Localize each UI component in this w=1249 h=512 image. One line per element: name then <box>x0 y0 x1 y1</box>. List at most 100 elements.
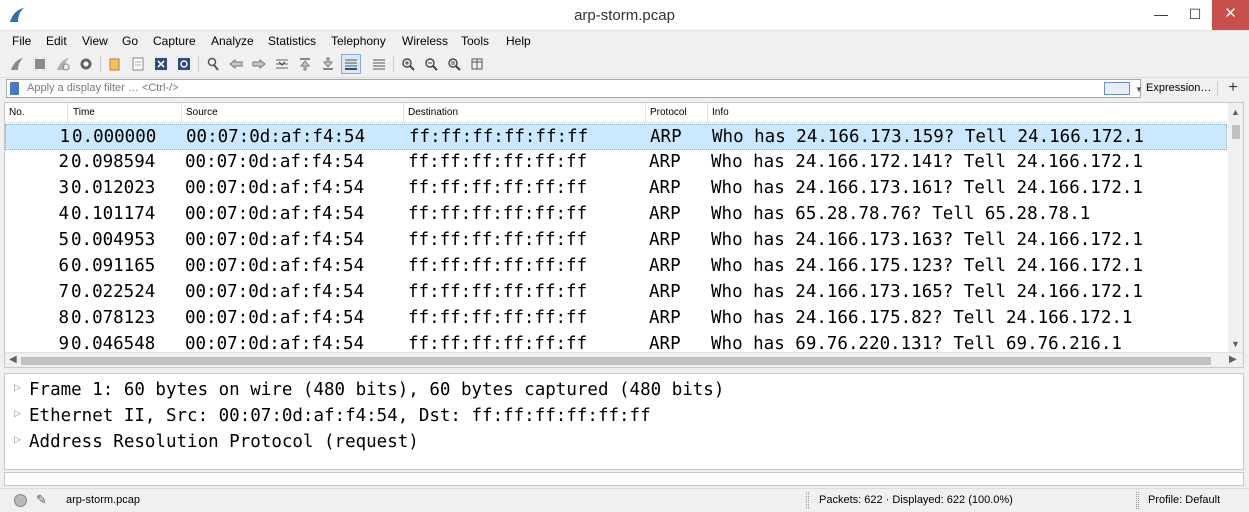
column-header-protocol[interactable]: Protocol <box>650 107 687 121</box>
menu-telephony[interactable]: Telephony <box>331 34 386 48</box>
cell-destination: ff:ff:ff:ff:ff:ff <box>409 127 589 147</box>
go-last-packet-icon[interactable] <box>318 54 338 74</box>
menu-capture[interactable]: Capture <box>153 34 196 48</box>
maximize-button[interactable]: ☐ <box>1178 0 1212 30</box>
apply-filter-icon[interactable] <box>1104 82 1130 95</box>
cell-destination: ff:ff:ff:ff:ff:ff <box>408 308 588 328</box>
cell-protocol: ARP <box>649 204 681 224</box>
cell-info: Who has 65.28.78.76? Tell 65.28.78.1 <box>711 204 1091 224</box>
expand-arrow-icon[interactable]: ▷ <box>14 435 21 445</box>
go-forward-icon[interactable] <box>249 54 269 74</box>
menu-tools[interactable]: Tools <box>461 34 489 48</box>
detail-tree-item[interactable]: ▷ Ethernet II, Src: 00:07:0d:af:f4:54, D… <box>5 403 1243 429</box>
close-button[interactable]: ✕ <box>1212 0 1249 30</box>
title-bar: arp-storm.pcap — ☐ ✕ <box>0 0 1249 31</box>
cell-source: 00:07:0d:af:f4:54 <box>185 204 365 224</box>
capture-options-icon[interactable] <box>76 54 96 74</box>
column-header-destination[interactable]: Destination <box>408 107 458 121</box>
cell-info: Who has 69.76.220.131? Tell 69.76.216.1 <box>711 334 1122 352</box>
autoscroll-icon[interactable] <box>341 54 361 74</box>
scroll-down-icon[interactable]: ▼ <box>1231 339 1240 349</box>
menu-go[interactable]: Go <box>122 34 138 48</box>
go-first-packet-icon[interactable] <box>295 54 315 74</box>
display-filter-input[interactable]: Apply a display filter … <Ctrl-/> ▼ <box>6 79 1143 98</box>
zoom-out-icon[interactable] <box>421 54 441 74</box>
cell-time: 0.004953 <box>71 230 156 250</box>
find-packet-icon[interactable] <box>203 54 223 74</box>
status-profile[interactable]: Profile: Default <box>1148 494 1220 506</box>
cell-info: Who has 24.166.172.141? Tell 24.166.172.… <box>711 152 1143 172</box>
packet-row[interactable]: 1 0.000000 00:07:0d:af:f4:54 ff:ff:ff:ff… <box>5 124 1227 150</box>
reload-file-icon[interactable] <box>174 54 194 74</box>
minimize-button[interactable]: — <box>1144 0 1178 30</box>
cell-source: 00:07:0d:af:f4:54 <box>185 308 365 328</box>
stop-capture-icon[interactable] <box>30 54 50 74</box>
resize-columns-icon[interactable] <box>467 54 487 74</box>
cell-source: 00:07:0d:af:f4:54 <box>186 127 366 147</box>
cell-no: 5 <box>58 230 69 250</box>
filter-bookmark-icon[interactable] <box>10 82 19 95</box>
recent-filters-dropdown-icon[interactable]: ▼ <box>1135 85 1143 94</box>
cell-protocol: ARP <box>649 334 681 352</box>
detail-text: Ethernet II, Src: 00:07:0d:af:f4:54, Dst… <box>29 406 651 426</box>
packet-row[interactable]: 3 0.012023 00:07:0d:af:f4:54 ff:ff:ff:ff… <box>5 176 1227 202</box>
menu-statistics[interactable]: Statistics <box>268 34 316 48</box>
cell-protocol: ARP <box>650 127 682 147</box>
colorize-icon[interactable] <box>369 54 389 74</box>
cell-time: 0.078123 <box>71 308 156 328</box>
menu-help[interactable]: Help <box>506 34 531 48</box>
scroll-left-icon[interactable]: ◀ <box>9 354 17 365</box>
open-file-icon[interactable] <box>105 54 125 74</box>
cell-time: 0.091165 <box>71 256 156 276</box>
menu-wireless[interactable]: Wireless <box>402 34 448 48</box>
close-file-icon[interactable] <box>151 54 171 74</box>
scroll-up-icon[interactable]: ▲ <box>1231 107 1240 117</box>
packet-row[interactable]: 9 0.046548 00:07:0d:af:f4:54 ff:ff:ff:ff… <box>5 332 1227 352</box>
cell-no: 7 <box>58 282 69 302</box>
cell-destination: ff:ff:ff:ff:ff:ff <box>408 152 588 172</box>
packet-row[interactable]: 5 0.004953 00:07:0d:af:f4:54 ff:ff:ff:ff… <box>5 228 1227 254</box>
zoom-in-icon[interactable] <box>398 54 418 74</box>
expression-button[interactable]: Expression… <box>1146 82 1211 94</box>
zoom-normal-icon[interactable] <box>444 54 464 74</box>
cell-no: 6 <box>58 256 69 276</box>
expand-arrow-icon[interactable]: ▷ <box>14 383 21 393</box>
menu-analyze[interactable]: Analyze <box>211 34 254 48</box>
filter-placeholder: Apply a display filter … <Ctrl-/> <box>27 82 179 94</box>
save-file-icon[interactable] <box>128 54 148 74</box>
cell-no: 4 <box>58 204 69 224</box>
column-header-source[interactable]: Source <box>186 107 218 121</box>
packet-list-horizontal-scrollbar[interactable]: ◀ ▶ <box>5 352 1243 367</box>
scroll-thumb[interactable] <box>1232 125 1240 139</box>
restart-capture-icon[interactable] <box>53 54 73 74</box>
packet-row[interactable]: 6 0.091165 00:07:0d:af:f4:54 ff:ff:ff:ff… <box>5 254 1227 280</box>
go-back-icon[interactable] <box>226 54 246 74</box>
add-filter-button[interactable]: + <box>1224 79 1242 97</box>
packet-list: No. Time Source Destination Protocol Inf… <box>4 102 1244 368</box>
packet-row[interactable]: 2 0.098594 00:07:0d:af:f4:54 ff:ff:ff:ff… <box>5 150 1227 176</box>
column-header-time[interactable]: Time <box>73 107 95 121</box>
expert-info-icon[interactable] <box>14 494 27 507</box>
expand-arrow-icon[interactable]: ▷ <box>14 409 21 419</box>
column-header-info[interactable]: Info <box>712 107 729 121</box>
packet-row[interactable]: 8 0.078123 00:07:0d:af:f4:54 ff:ff:ff:ff… <box>5 306 1227 332</box>
scroll-right-icon[interactable]: ▶ <box>1229 354 1237 365</box>
packet-row[interactable]: 4 0.101174 00:07:0d:af:f4:54 ff:ff:ff:ff… <box>5 202 1227 228</box>
start-capture-icon[interactable] <box>7 54 27 74</box>
packet-bytes-pane[interactable] <box>4 472 1244 486</box>
packet-row[interactable]: 7 0.022524 00:07:0d:af:f4:54 ff:ff:ff:ff… <box>5 280 1227 306</box>
menu-edit[interactable]: Edit <box>46 34 67 48</box>
column-header-no[interactable]: No. <box>9 107 25 121</box>
menu-view[interactable]: View <box>82 34 108 48</box>
detail-tree-item[interactable]: ▷ Frame 1: 60 bytes on wire (480 bits), … <box>5 377 1243 403</box>
packet-list-header: No. Time Source Destination Protocol Inf… <box>5 103 1227 123</box>
cell-source: 00:07:0d:af:f4:54 <box>185 152 365 172</box>
capture-comment-icon[interactable]: ✎ <box>36 492 47 508</box>
scroll-thumb[interactable] <box>21 357 1211 365</box>
cell-time: 0.101174 <box>71 204 156 224</box>
packet-list-vertical-scrollbar[interactable]: ▲ ▼ <box>1228 103 1243 352</box>
cell-source: 00:07:0d:af:f4:54 <box>185 256 365 276</box>
detail-tree-item[interactable]: ▷ Address Resolution Protocol (request) <box>5 429 1243 455</box>
go-to-packet-icon[interactable] <box>272 54 292 74</box>
menu-file[interactable]: File <box>12 34 31 48</box>
